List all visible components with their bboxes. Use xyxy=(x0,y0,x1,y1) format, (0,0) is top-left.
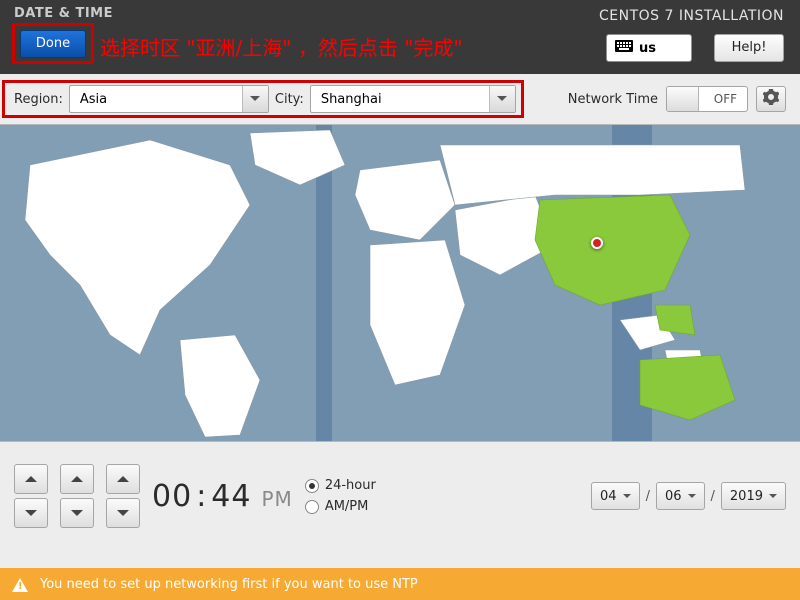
chevron-down-icon xyxy=(242,86,268,112)
timezone-map[interactable] xyxy=(0,124,800,442)
warning-bar: You need to set up networking first if y… xyxy=(0,568,800,600)
gear-icon xyxy=(763,89,779,109)
ampm-value: PM xyxy=(261,487,292,511)
world-map-svg xyxy=(0,125,800,442)
ampm-spinner xyxy=(106,464,140,528)
network-time-toggle[interactable]: OFF xyxy=(666,86,748,112)
chevron-down-icon xyxy=(489,86,515,112)
date-separator: / xyxy=(646,489,650,504)
city-value: Shanghai xyxy=(321,92,382,107)
time-display: 00 : 44 PM xyxy=(152,479,293,514)
minute-down-button[interactable] xyxy=(60,498,94,528)
city-combobox[interactable]: Shanghai xyxy=(310,85,516,113)
settings-row: Region: Asia City: Shanghai Network Time… xyxy=(0,74,800,124)
region-combobox[interactable]: Asia xyxy=(69,85,269,113)
network-time-label: Network Time xyxy=(568,92,658,107)
installer-title: CENTOS 7 INSTALLATION xyxy=(599,8,784,24)
bottom-controls: 00 : 44 PM 24-hour AM/PM 04 / 06 / 2019 xyxy=(0,442,800,550)
ntp-settings-button[interactable] xyxy=(756,86,786,112)
month-value: 04 xyxy=(600,489,617,504)
radio-24hour[interactable]: 24-hour xyxy=(305,478,376,493)
keyboard-icon xyxy=(615,40,633,56)
ampm-up-button[interactable] xyxy=(106,464,140,494)
month-dropdown[interactable]: 04 xyxy=(591,482,640,510)
radio-ampm-label: AM/PM xyxy=(325,499,369,514)
page-title: DATE & TIME xyxy=(14,6,113,21)
help-button[interactable]: Help! xyxy=(714,34,784,62)
toggle-knob xyxy=(667,87,699,111)
warning-text: You need to set up networking first if y… xyxy=(40,577,418,592)
header-bar: DATE & TIME Done 选择时区 "亚洲/上海" ，然后点击 "完成"… xyxy=(0,0,800,74)
hours-value: 00 xyxy=(152,479,192,514)
toggle-state-label: OFF xyxy=(714,92,737,106)
minute-up-button[interactable] xyxy=(60,464,94,494)
keyboard-layout-indicator[interactable]: us xyxy=(606,34,692,62)
day-value: 06 xyxy=(665,489,682,504)
radio-24hour-label: 24-hour xyxy=(325,478,376,493)
city-label: City: xyxy=(275,92,304,107)
radio-dot-icon xyxy=(305,500,319,514)
hour-up-button[interactable] xyxy=(14,464,48,494)
annotation-text: 选择时区 "亚洲/上海" ，然后点击 "完成" xyxy=(100,32,463,61)
day-dropdown[interactable]: 06 xyxy=(656,482,705,510)
radio-ampm[interactable]: AM/PM xyxy=(305,499,376,514)
minute-spinner xyxy=(60,464,94,528)
keyboard-layout-label: us xyxy=(639,41,656,56)
location-pin-icon xyxy=(591,237,603,249)
region-label: Region: xyxy=(14,92,63,107)
ampm-down-button[interactable] xyxy=(106,498,140,528)
network-time-group: Network Time OFF xyxy=(568,86,786,112)
done-button[interactable]: Done xyxy=(20,30,86,58)
date-separator: / xyxy=(711,489,715,504)
radio-dot-icon xyxy=(305,479,319,493)
hour-down-button[interactable] xyxy=(14,498,48,528)
time-separator: : xyxy=(196,479,207,514)
region-value: Asia xyxy=(80,92,107,107)
minutes-value: 44 xyxy=(211,479,251,514)
time-format-group: 24-hour AM/PM xyxy=(305,478,376,514)
date-group: 04 / 06 / 2019 xyxy=(591,482,786,510)
year-dropdown[interactable]: 2019 xyxy=(721,482,786,510)
hour-spinner xyxy=(14,464,48,528)
year-value: 2019 xyxy=(730,489,763,504)
warning-icon xyxy=(12,570,28,592)
